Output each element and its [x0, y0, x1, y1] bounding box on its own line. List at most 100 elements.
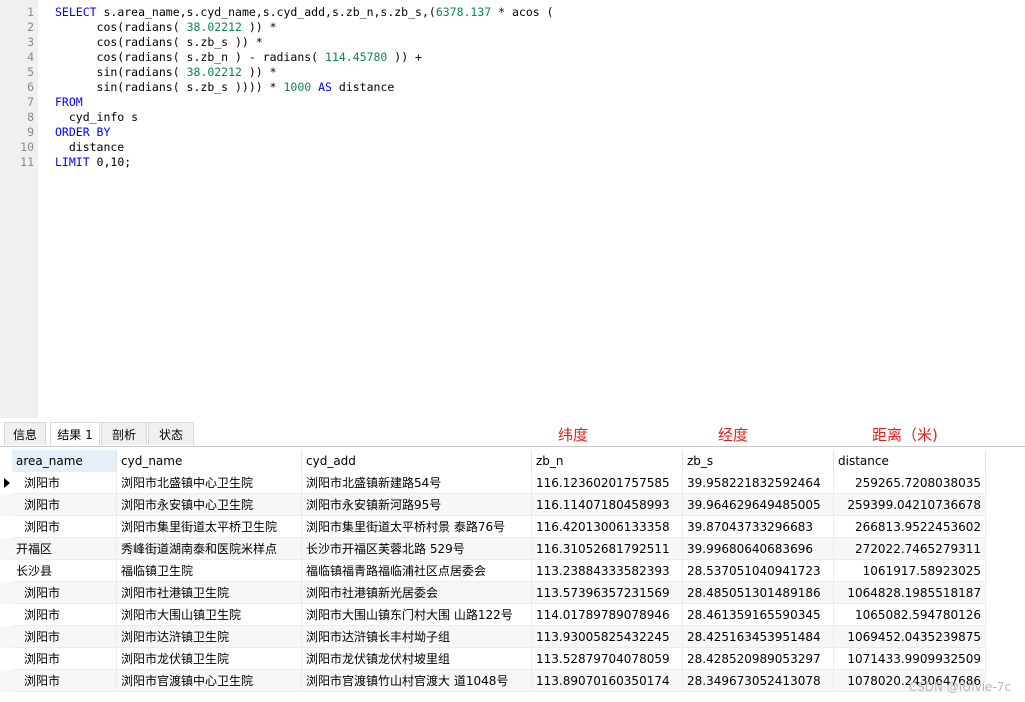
- table-cell-distance[interactable]: 1071433.9909932509: [834, 648, 986, 670]
- table-cell-zb-n[interactable]: 116.12360201757585: [532, 472, 683, 494]
- table-cell-cyd-name[interactable]: 浏阳市达浒镇卫生院: [117, 626, 302, 648]
- table-cell-cyd-add[interactable]: 浏阳市社港镇新光居委会: [302, 582, 532, 604]
- table-cell-area-name[interactable]: 浏阳市: [12, 648, 117, 670]
- table-cell-cyd-add[interactable]: 福临镇福青路福临浦社区点居委会: [302, 560, 532, 582]
- column-header-cyd-name[interactable]: cyd_name: [117, 450, 302, 472]
- table-cell-zb-s[interactable]: 28.537051040941723: [683, 560, 834, 582]
- table-row[interactable]: 浏阳市 浏阳市集里街道太平桥卫生院 浏阳市集里街道太平桥村景 泰路76号 116.42…: [0, 516, 986, 538]
- line-number: 3: [27, 35, 34, 49]
- table-cell-cyd-name[interactable]: 秀峰街道湖南泰和医院米样点: [117, 538, 302, 560]
- table-row[interactable]: 浏阳市 浏阳市大围山镇卫生院 浏阳市大围山镇东门村大围 山路122号 114.0178…: [0, 604, 986, 626]
- column-header-cyd-add[interactable]: cyd_add: [302, 450, 532, 472]
- line-number: 11: [20, 155, 34, 169]
- sql-editor[interactable]: 1 SELECT s.area_name,s.cyd_name,s.cyd_add…: [0, 0, 1025, 418]
- table-cell-zb-s[interactable]: 28.461359165590345: [683, 604, 834, 626]
- table-cell-area-name[interactable]: 开福区: [12, 538, 117, 560]
- table-cell-cyd-add[interactable]: 浏阳市北盛镇新建路54号: [302, 472, 532, 494]
- table-cell-zb-s[interactable]: 28.349673052413078: [683, 670, 834, 692]
- code-text: distance: [55, 140, 125, 154]
- table-cell-area-name[interactable]: 浏阳市: [12, 582, 117, 604]
- table-row[interactable]: 浏阳市 浏阳市龙伏镇卫生院 浏阳市龙伏镇龙伏村坡里组 113.528797040780…: [0, 648, 986, 670]
- tab-info[interactable]: 信息: [4, 422, 46, 445]
- table-row[interactable]: 浏阳市 浏阳市北盛镇中心卫生院 浏阳市北盛镇新建路54号 116.1236020175…: [0, 472, 986, 494]
- column-header-zb-n[interactable]: zb_n: [532, 450, 683, 472]
- column-header-area-name[interactable]: area_name: [12, 450, 117, 472]
- tab-status[interactable]: 状态: [148, 422, 194, 445]
- annotation-longitude: 经度: [718, 426, 749, 444]
- table-cell-area-name[interactable]: 浏阳市: [12, 626, 117, 648]
- table-cell-cyd-name[interactable]: 浏阳市大围山镇卫生院: [117, 604, 302, 626]
- table-cell-zb-s[interactable]: 28.485051301489186: [683, 582, 834, 604]
- table-cell-distance[interactable]: 1061917.58923025: [834, 560, 986, 582]
- table-cell-cyd-name[interactable]: 浏阳市永安镇中心卫生院: [117, 494, 302, 516]
- table-cell-area-name[interactable]: 浏阳市: [12, 516, 117, 538]
- table-cell-area-name[interactable]: 浏阳市: [12, 494, 117, 516]
- code-text: cos(radians( s.zb_n ) - radians( 114.457…: [55, 50, 422, 64]
- table-cell-cyd-name[interactable]: 福临镇卫生院: [117, 560, 302, 582]
- table-cell-cyd-add[interactable]: 浏阳市龙伏镇龙伏村坡里组: [302, 648, 532, 670]
- table-cell-area-name[interactable]: 浏阳市: [12, 472, 117, 494]
- table-cell-cyd-name[interactable]: 浏阳市官渡镇中心卫生院: [117, 670, 302, 692]
- table-cell-distance[interactable]: 259265.7208038035: [834, 472, 986, 494]
- table-cell-distance[interactable]: 266813.9522453602: [834, 516, 986, 538]
- table-cell-zb-n[interactable]: 116.11407180458993: [532, 494, 683, 516]
- code-text: ORDER BY: [55, 125, 111, 139]
- table-row[interactable]: 浏阳市 浏阳市永安镇中心卫生院 浏阳市永安镇新河路95号 116.1140718045…: [0, 494, 986, 516]
- table-cell-cyd-add[interactable]: 浏阳市集里街道太平桥村景 泰路76号: [302, 516, 532, 538]
- table-cell-zb-s[interactable]: 39.99680640683696: [683, 538, 834, 560]
- table-cell-zb-s[interactable]: 28.428520989053297: [683, 648, 834, 670]
- table-cell-zb-n[interactable]: 114.01789789078946: [532, 604, 683, 626]
- table-cell-zb-n[interactable]: 116.31052681792511: [532, 538, 683, 560]
- table-cell-cyd-add[interactable]: 浏阳市大围山镇东门村大围 山路122号: [302, 604, 532, 626]
- code-text: cyd_info s: [55, 110, 139, 124]
- table-cell-area-name[interactable]: 浏阳市: [12, 604, 117, 626]
- table-cell-zb-n[interactable]: 116.42013006133358: [532, 516, 683, 538]
- table-cell-zb-n[interactable]: 113.93005825432245: [532, 626, 683, 648]
- annotation-latitude: 纬度: [558, 426, 589, 444]
- current-row-marker-icon: [4, 478, 10, 488]
- table-row[interactable]: 浏阳市 浏阳市官渡镇中心卫生院 浏阳市官渡镇竹山村官渡大 道1048号 113.890…: [0, 670, 986, 692]
- table-cell-distance[interactable]: 1065082.594780126: [834, 604, 986, 626]
- table-cell-distance[interactable]: 1069452.0435239875: [834, 626, 986, 648]
- code-text: sin(radians( 38.02212 )) *: [55, 65, 277, 79]
- table-cell-cyd-name[interactable]: 浏阳市龙伏镇卫生院: [117, 648, 302, 670]
- table-cell-zb-s[interactable]: 39.958221832592464: [683, 472, 834, 494]
- csdn-watermark: CSDN @IUIvie-7c: [908, 680, 1011, 694]
- table-cell-cyd-add[interactable]: 浏阳市永安镇新河路95号: [302, 494, 532, 516]
- line-number: 6: [27, 80, 34, 94]
- code-text: SELECT s.area_name,s.cyd_name,s.cyd_add,…: [55, 5, 554, 19]
- table-cell-zb-s[interactable]: 39.87043733296683: [683, 516, 834, 538]
- table-cell-cyd-name[interactable]: 浏阳市社港镇卫生院: [117, 582, 302, 604]
- table-cell-distance[interactable]: 1064828.1985518187: [834, 582, 986, 604]
- column-header-zb-s[interactable]: zb_s: [683, 450, 834, 472]
- table-cell-zb-s[interactable]: 39.964629649485005: [683, 494, 834, 516]
- table-cell-zb-n[interactable]: 113.23884333582393: [532, 560, 683, 582]
- table-row[interactable]: 长沙县 福临镇卫生院 福临镇福青路福临浦社区点居委会 113.238843335823…: [0, 560, 986, 582]
- table-row[interactable]: 开福区 秀峰街道湖南泰和医院米样点 长沙市开福区芙蓉北路 529号 116.31052…: [0, 538, 986, 560]
- table-cell-zb-n[interactable]: 113.89070160350174: [532, 670, 683, 692]
- line-number: 2: [27, 20, 34, 34]
- tab-profile[interactable]: 剖析: [101, 422, 147, 445]
- table-cell-cyd-add[interactable]: 浏阳市达浒镇长丰村坳子组: [302, 626, 532, 648]
- code-text: FROM: [55, 95, 83, 109]
- table-cell-area-name[interactable]: 长沙县: [12, 560, 117, 582]
- table-cell-distance[interactable]: 272022.7465279311: [834, 538, 986, 560]
- code-text: sin(radians( s.zb_s )))) * 1000 AS dista…: [55, 80, 395, 94]
- code-text: LIMIT 0,10;: [55, 155, 132, 169]
- table-cell-cyd-add[interactable]: 长沙市开福区芙蓉北路 529号: [302, 538, 532, 560]
- table-cell-cyd-add[interactable]: 浏阳市官渡镇竹山村官渡大 道1048号: [302, 670, 532, 692]
- table-cell-zb-n[interactable]: 113.52879704078059: [532, 648, 683, 670]
- table-cell-zb-n[interactable]: 113.57396357231569: [532, 582, 683, 604]
- annotation-distance: 距离（米): [872, 426, 938, 444]
- table-row[interactable]: 浏阳市 浏阳市达浒镇卫生院 浏阳市达浒镇长丰村坳子组 113.930058254322…: [0, 626, 986, 648]
- table-cell-distance[interactable]: 259399.04210736678: [834, 494, 986, 516]
- tab-result-1[interactable]: 结果 1: [50, 422, 100, 446]
- code-text: cos(radians( 38.02212 )) *: [55, 20, 277, 34]
- column-header-distance[interactable]: distance: [834, 450, 986, 472]
- table-cell-zb-s[interactable]: 28.425163453951484: [683, 626, 834, 648]
- table-row[interactable]: 浏阳市 浏阳市社港镇卫生院 浏阳市社港镇新光居委会 113.5739635723156…: [0, 582, 986, 604]
- line-number: 5: [27, 65, 34, 79]
- table-cell-cyd-name[interactable]: 浏阳市北盛镇中心卫生院: [117, 472, 302, 494]
- table-cell-cyd-name[interactable]: 浏阳市集里街道太平桥卫生院: [117, 516, 302, 538]
- table-cell-area-name[interactable]: 浏阳市: [12, 670, 117, 692]
